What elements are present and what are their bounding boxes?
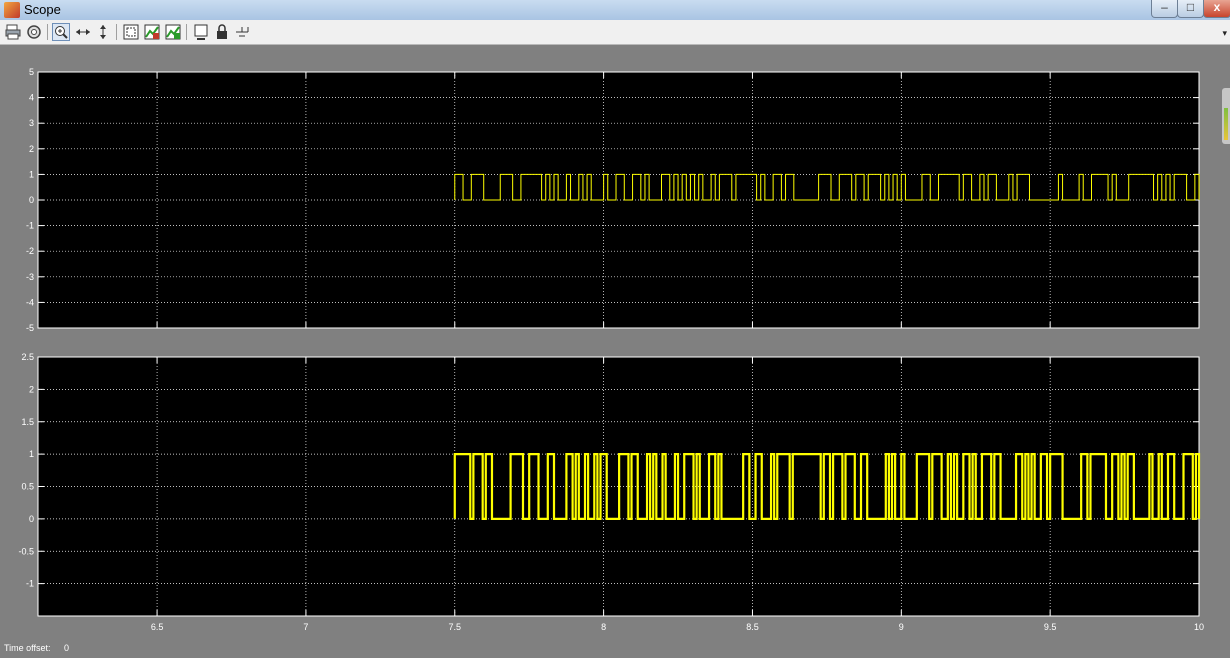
y-tick-label: -1 [26, 221, 34, 231]
matlab-app-icon [4, 2, 20, 18]
toolbar-separator [186, 24, 187, 40]
side-gauge-icon[interactable] [1222, 88, 1230, 144]
y-tick-label: -4 [26, 297, 34, 307]
scope-axes-svg: 543210-1-2-3-4-56.5 7 7.5 8 8.5 9 9.5 102.521.5… [18, 67, 1204, 632]
autoscale-icon[interactable] [122, 23, 140, 41]
toolbar-overflow-icon[interactable]: ▾ [1222, 28, 1227, 39]
save-axes-icon[interactable] [143, 23, 161, 41]
y-tick-label: 5 [29, 67, 34, 77]
parameters-icon[interactable] [25, 23, 43, 41]
x-tick-label: 10 [1194, 622, 1204, 632]
status-bar: Time offset: 0 [0, 638, 1230, 658]
y-tick-label: 2.5 [21, 352, 34, 362]
toolbar-separator [47, 24, 48, 40]
y-tick-label: 0 [29, 514, 34, 524]
y-tick-label: 0.5 [21, 482, 34, 492]
floating-scope-icon[interactable] [192, 23, 210, 41]
close-button[interactable]: x [1203, 0, 1230, 18]
y-tick-label: 2 [29, 144, 34, 154]
zoom-x-icon[interactable] [74, 23, 92, 41]
y-tick-label: 1 [29, 169, 34, 179]
y-tick-label: -1 [26, 579, 34, 589]
print-icon[interactable] [4, 23, 22, 41]
y-tick-label: 0 [29, 195, 34, 205]
x-tick-label: 7.5 [449, 622, 462, 632]
scope-plot-area: 5 4 3 2 1 0 -1 -2 -3 -4 -5 6.5 7 7.5 8 8.5 9 9.5 10 2.5 2 1.5… [0, 45, 1230, 638]
x-tick-label: 7 [303, 622, 308, 632]
y-tick-label: -2 [26, 246, 34, 256]
x-tick-label: 6.5 [151, 622, 164, 632]
lock-axes-icon[interactable] [213, 23, 231, 41]
side-gauge-fill [1224, 108, 1228, 140]
zoom-y-icon[interactable] [94, 23, 112, 41]
maximize-button[interactable]: □ [1177, 0, 1204, 18]
toolbar-separator [116, 24, 117, 40]
title-bar[interactable]: Scope – □ x [0, 0, 1230, 20]
y-tick-label: -5 [26, 323, 34, 333]
y-tick-label: 3 [29, 118, 34, 128]
y-tick-label: -3 [26, 272, 34, 282]
time-offset-value: 0 [64, 643, 70, 653]
y-tick-label: 1 [29, 449, 34, 459]
y-tick-label: 2 [29, 384, 34, 394]
y-tick-label: 1.5 [21, 417, 34, 427]
window-title: Scope [24, 2, 61, 17]
zoom-icon[interactable] [52, 23, 70, 41]
restore-axes-icon[interactable] [164, 23, 182, 41]
y-tick-label: 4 [29, 93, 34, 103]
x-tick-label: 9.5 [1044, 622, 1057, 632]
x-tick-label: 8 [601, 622, 606, 632]
toolbar: ▾ [0, 20, 1230, 45]
time-offset-label: Time offset: [4, 643, 51, 653]
signal-selector-icon[interactable] [233, 23, 251, 41]
x-tick-label: 9 [899, 622, 904, 632]
x-tick-label: 8.5 [746, 622, 759, 632]
minimize-button[interactable]: – [1151, 0, 1178, 18]
y-tick-label: -0.5 [18, 546, 34, 556]
